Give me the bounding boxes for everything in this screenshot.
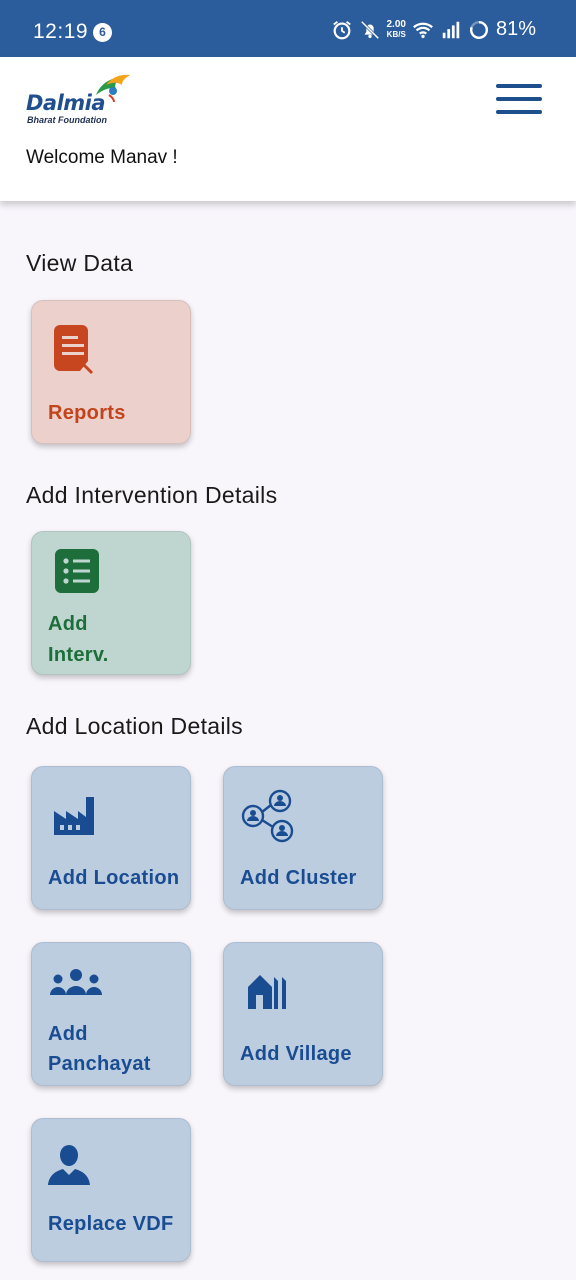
add-intervention-label-line1: Add	[48, 613, 88, 635]
person-icon	[48, 1145, 90, 1185]
mute-bell-icon	[360, 20, 379, 39]
status-bar: 12:19 6 2.00 KB/S 81%	[0, 0, 576, 57]
network-speed-unit: KB/S	[386, 29, 406, 39]
group-people-icon	[50, 969, 102, 995]
menu-bar-middle	[496, 97, 542, 101]
battery-ring-icon	[469, 20, 488, 39]
wifi-icon	[413, 22, 433, 38]
notification-count-badge: 6	[93, 23, 112, 42]
section-title-add-location: Add Location Details	[26, 713, 243, 739]
add-panchayat-tile[interactable]: Add Panchayat	[31, 942, 191, 1086]
alarm-icon	[332, 20, 351, 39]
section-title-view-data: View Data	[26, 250, 134, 276]
add-location-label: Add Location	[48, 867, 180, 889]
dalmia-logo: Dalmia Bharat Foundation	[26, 73, 136, 127]
add-panchayat-label-line2: Panchayat	[48, 1053, 151, 1075]
signal-icon	[442, 21, 460, 38]
replace-vdf-tile[interactable]: Replace VDF	[31, 1118, 191, 1262]
menu-bar-top	[496, 84, 542, 88]
list-checklist-icon	[55, 549, 99, 593]
add-village-label: Add Village	[240, 1043, 352, 1065]
add-intervention-tile[interactable]: Add Interv.	[31, 531, 191, 675]
logo-wordmark: Dalmia	[26, 91, 106, 115]
add-intervention-label-line2: Interv.	[48, 644, 109, 666]
reports-tile[interactable]: Reports	[31, 300, 191, 444]
network-speed-value: 2.00	[386, 18, 406, 30]
section-title-add-intervention: Add Intervention Details	[26, 482, 278, 508]
reports-label: Reports	[48, 402, 126, 424]
replace-vdf-label: Replace VDF	[48, 1213, 174, 1235]
app-header: Dalmia Bharat Foundation Welcome Manav !	[0, 57, 576, 201]
add-village-tile[interactable]: Add Village	[223, 942, 383, 1086]
network-speed: 2.00 KB/S	[386, 18, 406, 40]
logo-subtitle: Bharat Foundation	[27, 115, 107, 125]
add-cluster-tile[interactable]: Add Cluster	[223, 766, 383, 910]
menu-bar-bottom	[496, 110, 542, 114]
status-icons: 2.00 KB/S 81%	[331, 18, 536, 41]
report-document-icon	[54, 325, 94, 375]
add-panchayat-label-line1: Add	[48, 1023, 88, 1045]
add-cluster-label: Add Cluster	[240, 867, 357, 889]
add-location-tile[interactable]: Add Location	[31, 766, 191, 910]
hamburger-menu-button[interactable]	[496, 82, 542, 116]
factory-icon	[54, 797, 94, 835]
houses-icon	[248, 975, 286, 1009]
network-people-icon	[241, 789, 294, 843]
status-time: 12:19	[33, 20, 89, 43]
welcome-message: Welcome Manav !	[26, 147, 178, 168]
battery-percent: 81%	[495, 18, 536, 40]
